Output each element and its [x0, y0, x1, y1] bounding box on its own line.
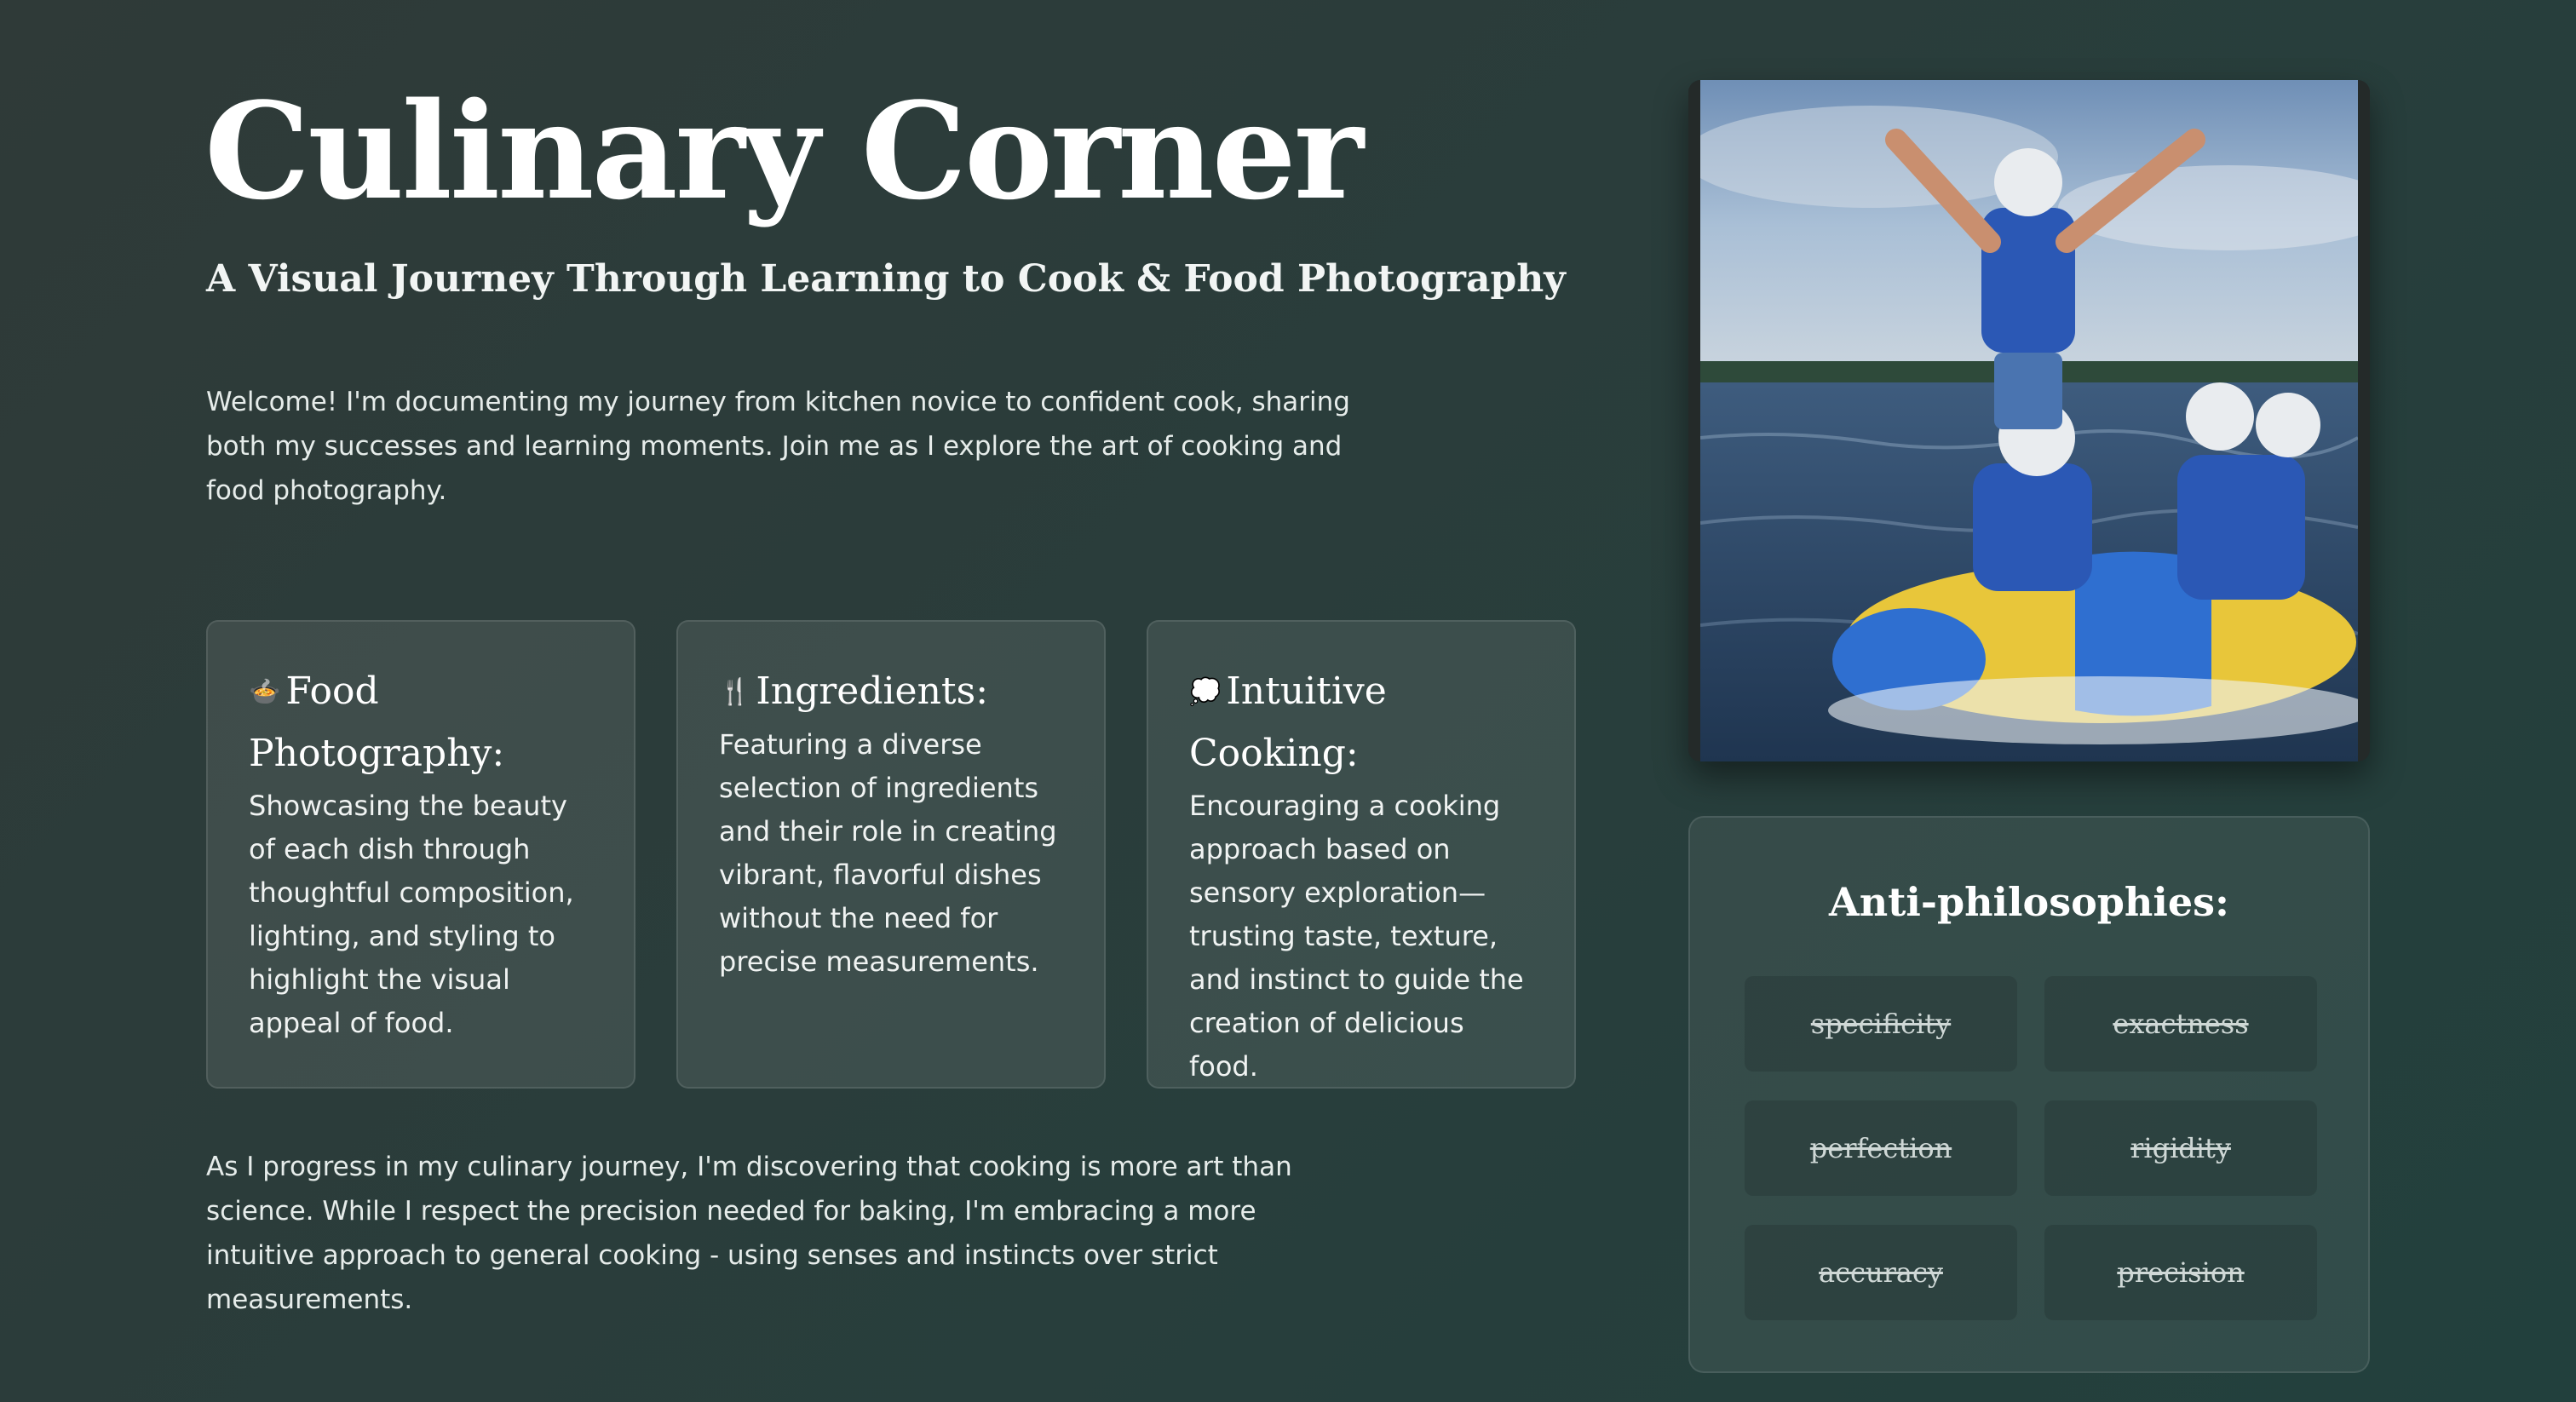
card-heading: 🍴 Ingredients: — [719, 661, 1063, 723]
anti-philosophies-grid: specificity exactness perfection rigidit… — [1745, 976, 2317, 1320]
anti-philosophies-title: Anti-philosophies: — [1829, 879, 2229, 925]
anti-item: accuracy — [1745, 1225, 2017, 1320]
hero-photo — [1688, 80, 2370, 761]
rafting-photo-illustration — [1700, 80, 2358, 761]
page-subtitle: A Visual Journey Through Learning to Coo… — [206, 257, 1566, 301]
anti-item: precision — [2044, 1225, 2317, 1320]
anti-philosophies-panel: Anti-philosophies: specificity exactness… — [1688, 816, 2370, 1373]
card-heading: 💭 Intuitive Cooking: — [1189, 661, 1533, 784]
intro-paragraph: Welcome! I'm documenting my journey from… — [206, 387, 1350, 506]
card-heading-text: Food Photography: — [249, 669, 505, 775]
card-food-photography: 🍲 Food Photography: Showcasing the beauty… — [206, 620, 635, 1089]
food-bowl-icon: 🍲 — [249, 677, 281, 707]
anti-item: perfection — [1745, 1100, 2017, 1196]
card-intuitive-cooking: 💭 Intuitive Cooking: Encouraging a cookin… — [1147, 620, 1576, 1089]
outro-paragraph: As I progress in my culinary journey, I'… — [206, 1152, 1292, 1315]
card-description: Showcasing the beauty of each dish throu… — [249, 790, 574, 1039]
thought-bubble-icon: 💭 — [1189, 677, 1222, 707]
card-heading-text: Ingredients: — [756, 669, 989, 713]
fork-knife-icon: 🍴 — [719, 677, 751, 707]
anti-item: rigidity — [2044, 1100, 2317, 1196]
page-title: Culinary Corner — [204, 73, 1364, 229]
anti-item: specificity — [1745, 976, 2017, 1072]
card-description: Featuring a diverse selection of ingredi… — [719, 728, 1057, 978]
anti-item: exactness — [2044, 976, 2317, 1072]
feature-cards: 🍲 Food Photography: Showcasing the beauty… — [206, 620, 1576, 1089]
card-ingredients: 🍴 Ingredients: Featuring a diverse select… — [676, 620, 1106, 1089]
card-heading: 🍲 Food Photography: — [249, 661, 593, 784]
card-description: Encouraging a cooking approach based on … — [1189, 790, 1524, 1083]
